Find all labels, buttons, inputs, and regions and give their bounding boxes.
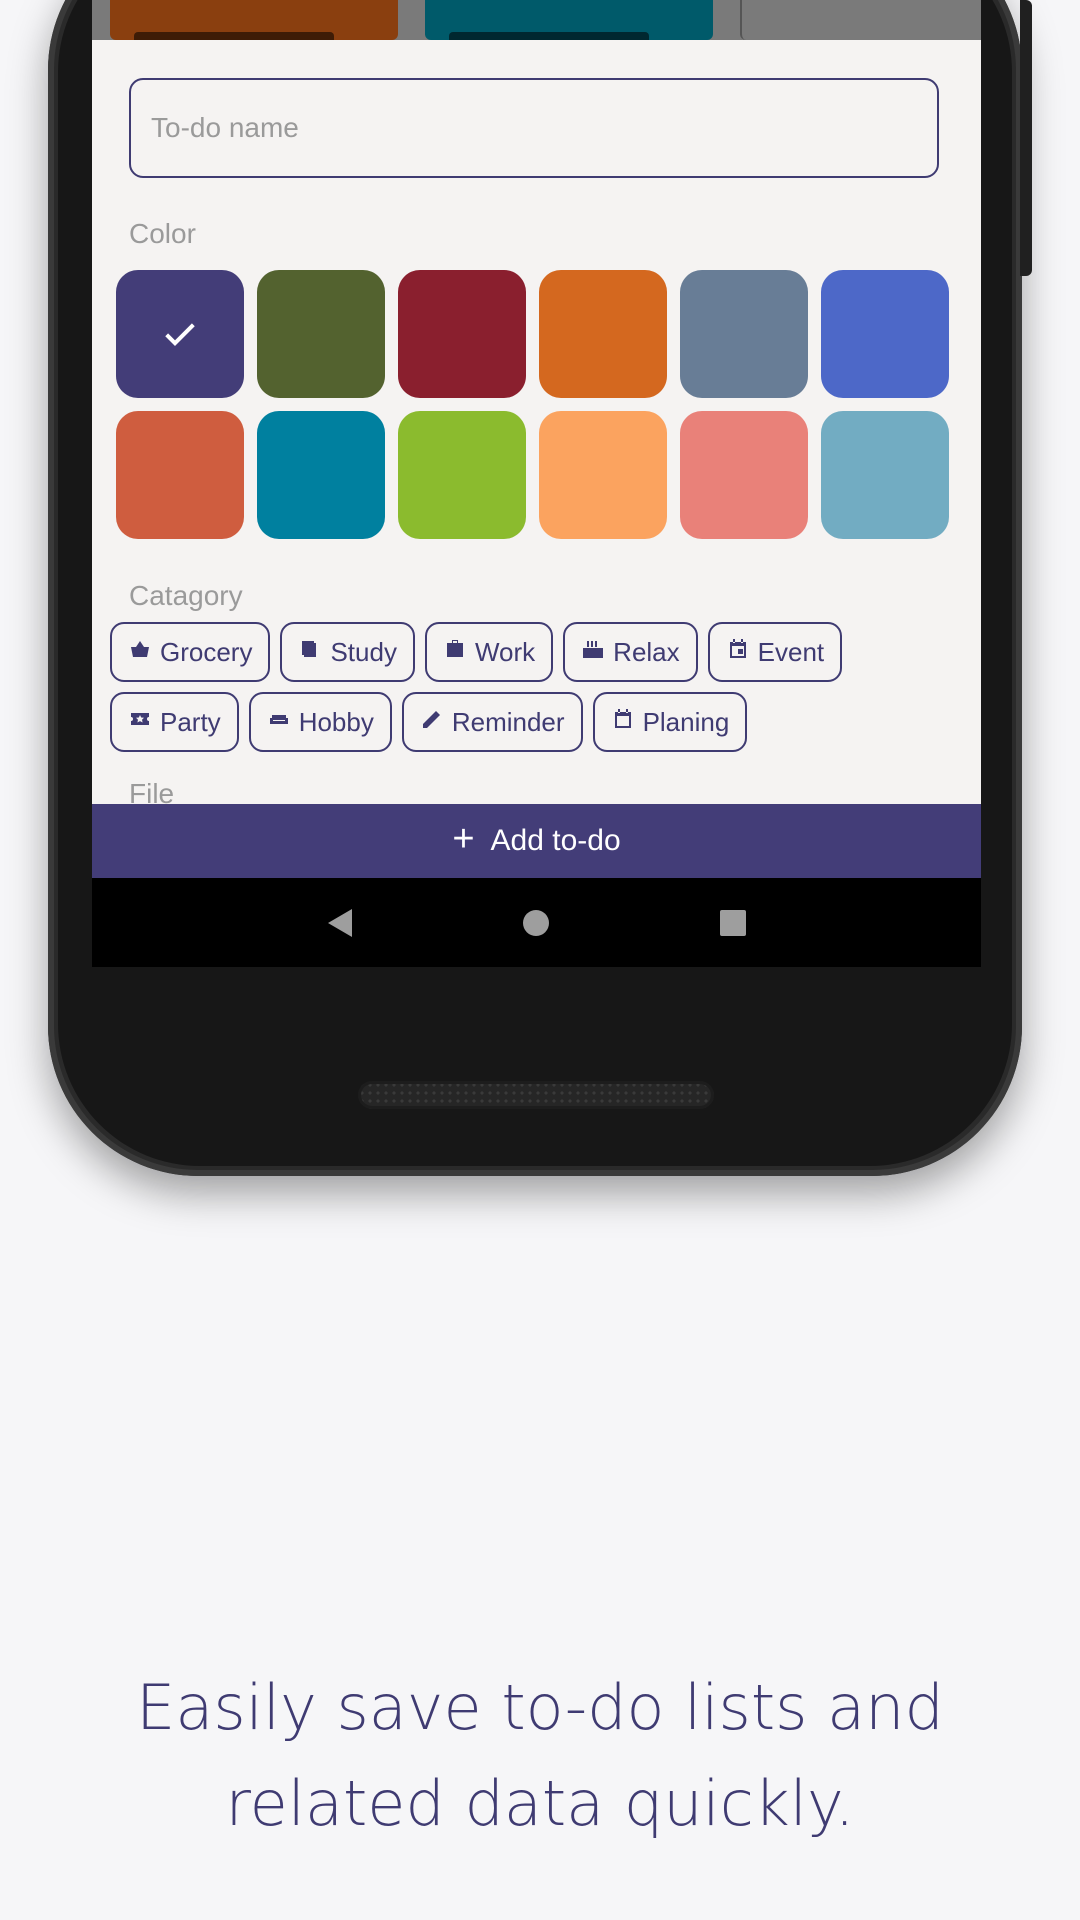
briefcase-icon [443,637,467,668]
todo-name-input[interactable] [131,80,937,176]
couch-icon [267,707,291,738]
category-chips: Grocery Study Work Relax Event Party Hobby Rem… [110,622,970,762]
color-swatch[interactable] [821,411,949,539]
home-icon[interactable] [516,903,556,943]
color-swatch[interactable] [680,270,808,398]
calendar-icon [611,707,635,738]
color-swatch[interactable] [257,270,385,398]
color-swatch[interactable] [116,270,244,398]
tagline-line-1: Easily save to-do lists and [136,1671,944,1744]
add-todo-label: Add to-do [490,824,621,857]
background-card [110,0,398,40]
color-swatch[interactable] [398,270,526,398]
book-icon [298,637,322,668]
basket-icon [128,637,152,668]
ticket-icon [128,707,152,738]
system-nav-bar [92,878,981,967]
category-chip-reminder[interactable]: Reminder [401,692,583,752]
file-label: File [129,778,175,804]
category-chip-study[interactable]: Study [280,622,415,682]
back-icon[interactable] [320,903,360,943]
category-chip-event[interactable]: Event [707,622,843,682]
hot-tub-icon [581,637,605,668]
phone-speaker [358,1081,714,1109]
category-chip-label: Hobby [298,706,374,737]
color-swatch[interactable] [680,411,808,539]
color-swatch[interactable] [257,411,385,539]
category-chip-label: Relax [613,636,680,667]
todo-name-field[interactable] [129,78,939,178]
color-swatch[interactable] [539,411,667,539]
pencil-icon [420,707,444,738]
category-chip-label: Work [474,636,536,667]
color-picker [116,270,953,539]
tagline-line-2: related data quickly. [225,1767,855,1840]
background-card [740,0,981,40]
color-swatch[interactable] [398,411,526,539]
category-chip-label: Reminder [451,706,565,737]
category-chip-hobby[interactable]: Hobby [248,692,392,752]
category-chip-party[interactable]: Party [110,692,239,752]
add-todo-button[interactable]: + Add to-do [92,804,981,878]
category-chip-label: Grocery [160,636,253,667]
category-chip-label: Event [757,636,825,667]
app-screen: Color Catagory Grocery Study Work Relax Even… [92,0,981,967]
check-icon [116,270,244,398]
phone-side-button [1020,0,1032,276]
plus-icon: + [452,818,475,860]
category-chip-planing[interactable]: Planing [592,692,748,752]
color-swatch[interactable] [821,270,949,398]
background-card [425,0,713,40]
category-chip-label: Study [330,636,397,667]
add-todo-sheet: Color Catagory Grocery Study Work Relax Even… [92,40,981,804]
category-chip-grocery[interactable]: Grocery [110,622,271,682]
category-label: Catagory [129,580,243,611]
recents-icon[interactable] [713,903,753,943]
color-label: Color [129,218,196,249]
background-list [92,0,981,40]
calendar-event-icon [726,637,750,668]
color-swatch[interactable] [539,270,667,398]
category-chip-label: Party [160,706,221,737]
category-chip-work[interactable]: Work [424,622,554,682]
category-chip-relax[interactable]: Relax [563,622,698,682]
tagline: Easily save to-do lists and related data… [0,1660,1080,1852]
color-swatch[interactable] [116,411,244,539]
category-chip-label: Planing [642,706,730,737]
